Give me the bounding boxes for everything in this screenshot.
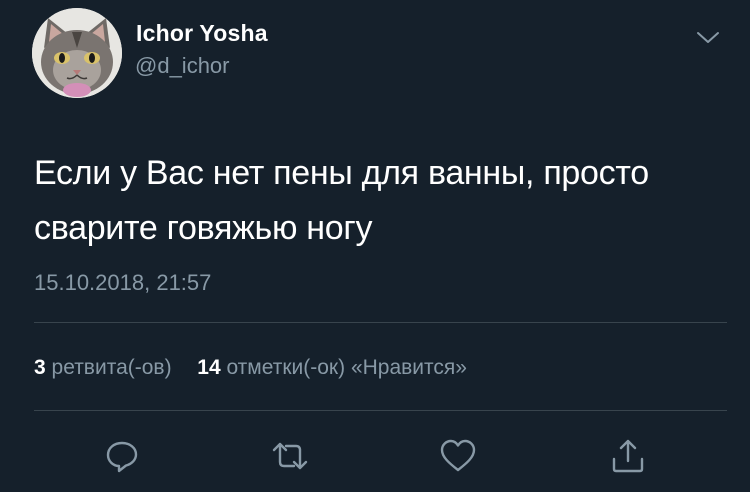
share-button[interactable] bbox=[606, 434, 650, 478]
engagement-stats: 3 ретвита(-ов) 14 отметки(-ок) «Нравится… bbox=[34, 356, 467, 380]
avatar[interactable] bbox=[32, 8, 122, 98]
likes-count: 14 bbox=[197, 356, 221, 379]
share-icon bbox=[612, 439, 644, 473]
retweets-label: ретвита(-ов) bbox=[51, 356, 172, 379]
likes-label: отметки(-ок) «Нравится» bbox=[226, 356, 467, 379]
tweet-text-line: сварите говяжью ногу bbox=[34, 209, 373, 247]
tweet-text-line: Если у Вас нет пены для ванны, просто bbox=[34, 154, 649, 192]
display-name[interactable]: Ichor Yosha bbox=[136, 20, 268, 47]
retweets-count: 3 bbox=[34, 356, 46, 379]
reply-icon bbox=[106, 441, 138, 473]
divider bbox=[34, 322, 727, 323]
likes-stat[interactable]: 14 отметки(-ок) «Нравится» bbox=[197, 356, 467, 379]
retweet-button[interactable] bbox=[268, 434, 312, 478]
like-button[interactable] bbox=[436, 434, 480, 478]
cat-avatar-image bbox=[32, 8, 122, 98]
retweets-stat[interactable]: 3 ретвита(-ов) bbox=[34, 356, 177, 379]
user-handle[interactable]: @d_ichor bbox=[135, 53, 230, 79]
retweet-icon bbox=[272, 442, 308, 470]
heart-icon bbox=[440, 439, 476, 472]
tweet-text: Если у Вас нет пены для ванны, просто св… bbox=[34, 146, 724, 256]
chevron-down-icon[interactable] bbox=[694, 28, 722, 48]
tweet-card: Ichor Yosha @d_ichor Если у Вас нет пены… bbox=[0, 0, 750, 492]
divider bbox=[34, 410, 727, 411]
reply-button[interactable] bbox=[100, 434, 144, 478]
tweet-timestamp[interactable]: 15.10.2018, 21:57 bbox=[34, 270, 211, 296]
